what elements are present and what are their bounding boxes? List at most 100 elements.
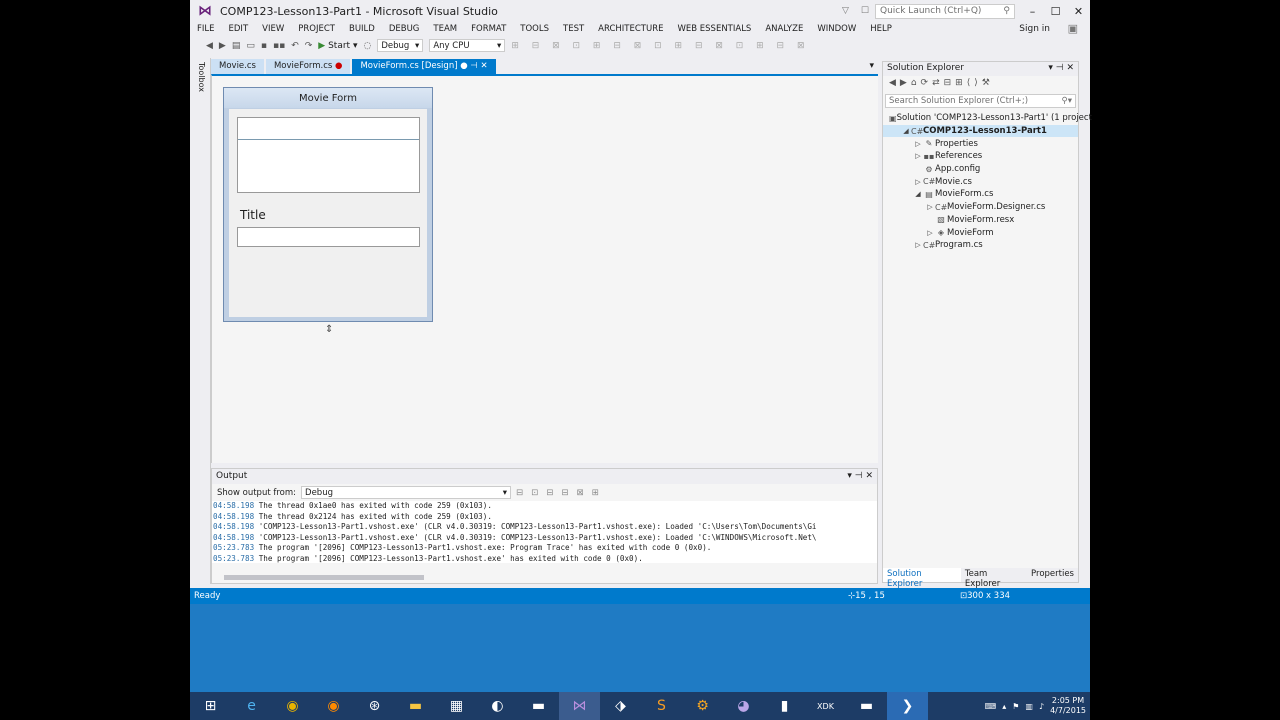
tab-movie-cs[interactable]: Movie.cs [211, 59, 264, 74]
tab-team-explorer[interactable]: Team Explorer [961, 568, 1027, 589]
menu-help[interactable]: HELP [870, 24, 892, 34]
tree-item[interactable]: ▷ ◈ MovieForm [883, 226, 1078, 239]
chrome-icon[interactable]: ◉ [272, 692, 313, 720]
tree-item[interactable]: ▷ C# Program.cs [883, 239, 1078, 252]
solution-explorer-toolbar[interactable]: ◀▶⌂⟳⇄⊟⊞⟨⟩⚒ [883, 76, 1078, 94]
menu-architecture[interactable]: ARCHITECTURE [598, 24, 663, 34]
tab-properties[interactable]: Properties [1027, 568, 1078, 582]
undo-icon[interactable]: ↶ [291, 41, 299, 51]
title-textbox[interactable] [237, 227, 420, 247]
solution-search-input[interactable]: Search Solution Explorer (Ctrl+;) ⚲▾ [885, 94, 1076, 108]
expander-icon[interactable]: ▷ [913, 241, 923, 249]
command-prompt-icon[interactable]: ▬ [518, 692, 559, 720]
back-icon[interactable]: ◀ [206, 41, 213, 51]
title-label[interactable]: Title [240, 208, 266, 222]
toolbox-tab[interactable]: Toolbox [190, 58, 211, 584]
firefox-icon[interactable]: ◉ [313, 692, 354, 720]
output-source-select[interactable]: Debug ▾ [301, 486, 512, 499]
powershell-icon[interactable]: ❯ [887, 692, 928, 720]
menu-project[interactable]: PROJECT [298, 24, 335, 34]
menu-debug[interactable]: DEBUG [389, 24, 420, 34]
panel-controls[interactable]: ▾ ⊣ ✕ [847, 471, 873, 482]
github-icon[interactable]: ◕ [723, 692, 764, 720]
tab-movieform-design[interactable]: MovieForm.cs [Design] ● ⊣ ✕ [352, 59, 496, 74]
account-icon[interactable]: ▣ [1068, 22, 1078, 35]
minimize-button[interactable]: – [1021, 5, 1044, 18]
menu-tools[interactable]: TOOLS [520, 24, 549, 34]
output-text[interactable]: 04:58.198 The thread 0x1ae0 has exited w… [212, 501, 877, 563]
terminal-icon[interactable]: ▬ [846, 692, 887, 720]
keyboard-icon[interactable]: ⌨ [985, 702, 997, 711]
panel-controls[interactable]: ▾ ⊣ ✕ [1048, 63, 1074, 75]
maximize-button[interactable]: ☐ [1044, 5, 1067, 18]
tree-item[interactable]: ⚙ App.config [883, 163, 1078, 176]
redo-icon[interactable]: ↷ [305, 41, 313, 51]
expander-icon[interactable]: ▷ [913, 178, 923, 186]
clock[interactable]: 2:05 PM 4/7/2015 [1050, 696, 1086, 716]
tree-item[interactable]: ◢ ▤ MovieForm.cs [883, 188, 1078, 201]
calculator-icon[interactable]: ▦ [436, 692, 477, 720]
tab-dropdown-icon[interactable]: ▾ [869, 61, 874, 71]
tree-item[interactable]: ▣ Solution 'COMP123-Lesson13-Part1' (1 pr… [883, 112, 1092, 125]
network-status-icon[interactable]: ▥ [1025, 702, 1033, 711]
start-button-icon[interactable]: ⊞ [190, 692, 231, 720]
expander-icon[interactable]: ◢ [913, 190, 923, 198]
save-all-icon[interactable]: ▪▪ [273, 41, 285, 51]
network-icon[interactable]: ⊛ [354, 692, 395, 720]
start-debugging-button[interactable]: ▶ Start ▾ [318, 41, 357, 51]
sublime-text-icon[interactable]: S [641, 692, 682, 720]
intel-xdk-icon[interactable]: XDK [805, 692, 846, 720]
attach-icon[interactable]: ◌ [363, 41, 371, 51]
file-explorer-icon[interactable]: ▬ [395, 692, 436, 720]
menu-window[interactable]: WINDOW [817, 24, 856, 34]
menu-web-essentials[interactable]: WEB ESSENTIALS [677, 24, 751, 34]
expander-icon[interactable]: ▷ [925, 229, 935, 237]
close-button[interactable]: ✕ [1067, 5, 1090, 18]
expander-icon[interactable]: ◢ [901, 127, 911, 135]
menu-analyze[interactable]: ANALYZE [765, 24, 803, 34]
menu-format[interactable]: FORMAT [471, 24, 506, 34]
expander-icon[interactable]: ▷ [913, 152, 923, 160]
tray-expand-icon[interactable]: ▴ [1002, 702, 1006, 711]
brackets-icon[interactable]: ▮ [764, 692, 805, 720]
tree-item[interactable]: ▷ ✎ Properties [883, 137, 1078, 150]
filter-icon[interactable]: ▽ [842, 6, 849, 16]
forward-icon[interactable]: ▶ [219, 41, 226, 51]
menu-test[interactable]: TEST [563, 24, 584, 34]
visual-studio-taskbar-icon[interactable]: ⋈ [559, 692, 600, 720]
sign-in-link[interactable]: Sign in [1019, 24, 1050, 34]
eclipse-icon[interactable]: ◐ [477, 692, 518, 720]
tree-item[interactable]: ▷ C# Movie.cs [883, 175, 1078, 188]
save-icon[interactable]: ▪ [261, 41, 267, 51]
expander-icon[interactable]: ▷ [913, 140, 923, 148]
quick-launch-input[interactable]: Quick Launch (Ctrl+Q) ⚲ [875, 3, 1015, 19]
open-icon[interactable]: ▭ [246, 41, 255, 51]
menu-view[interactable]: VIEW [262, 24, 284, 34]
solution-configuration-select[interactable]: Debug ▾ [377, 39, 424, 52]
tab-movieform-cs[interactable]: MovieForm.cs ● [265, 59, 351, 74]
tree-item[interactable]: ▷ C# MovieForm.Designer.cs [883, 201, 1078, 214]
expander-icon[interactable]: ▷ [925, 203, 935, 211]
settings-gear-icon[interactable]: ⚙ [682, 692, 723, 720]
tree-item[interactable]: ◢ C# COMP123-Lesson13-Part1 [883, 124, 1078, 138]
action-center-icon[interactable]: ⚑ [1012, 702, 1019, 711]
designed-form[interactable]: Movie Form Title [223, 87, 433, 322]
output-toolbar-icons[interactable]: ⊟⊡⊟⊟⊠⊞ [516, 488, 607, 498]
pin-icon[interactable]: ⊣ [470, 61, 477, 71]
volume-icon[interactable]: ♪ [1039, 702, 1044, 711]
close-tab-icon[interactable]: ✕ [480, 61, 487, 71]
menu-team[interactable]: TEAM [433, 24, 457, 34]
tree-item[interactable]: ▷ ▪▪ References [883, 150, 1078, 163]
horizontal-scrollbar[interactable] [224, 575, 424, 580]
solution-platform-select[interactable]: Any CPU ▾ [429, 39, 506, 52]
tree-item[interactable]: ▧ MovieForm.resx [883, 214, 1078, 227]
menu-file[interactable]: FILE [197, 24, 215, 34]
tab-solution-explorer[interactable]: Solution Explorer [883, 568, 961, 589]
feedback-icon[interactable]: ☐ [861, 6, 869, 16]
layout-toolbar-icons[interactable]: ⊞ ⊟ ⊠ ⊡ ⊞ ⊟ ⊠ ⊡ ⊞ ⊟ ⊠ ⊡ ⊞ ⊟ ⊠ [511, 41, 809, 51]
app-icon[interactable]: ⬗ [600, 692, 641, 720]
movie-listbox[interactable] [237, 117, 420, 193]
internet-explorer-icon[interactable]: e [231, 692, 272, 720]
new-project-icon[interactable]: ▤ [232, 41, 241, 51]
menu-edit[interactable]: EDIT [229, 24, 249, 34]
